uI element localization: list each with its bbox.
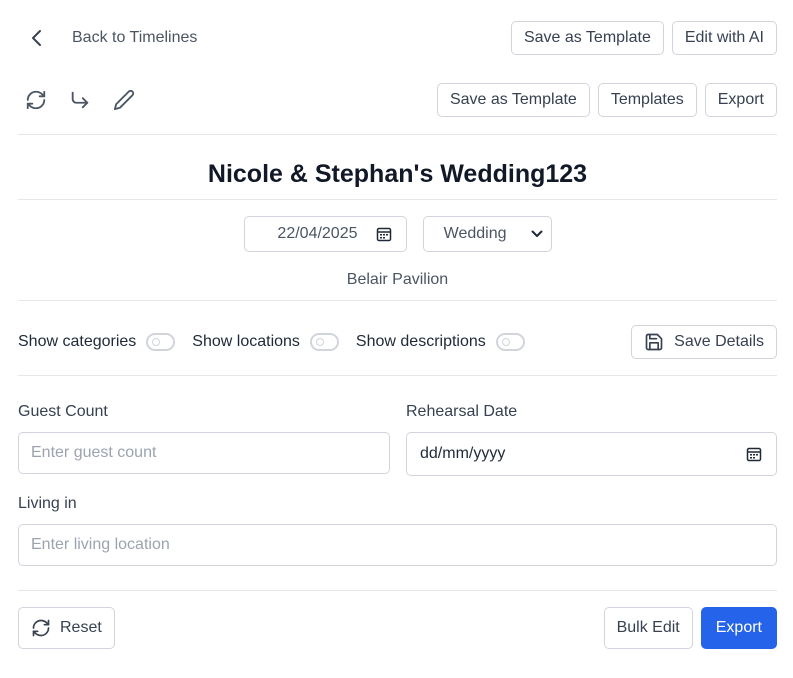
divider — [18, 375, 777, 376]
divider — [18, 134, 777, 135]
divider — [18, 590, 777, 591]
reset-button[interactable]: Reset — [18, 607, 115, 649]
living-in-label: Living in — [18, 495, 77, 512]
refresh-icon[interactable] — [22, 86, 50, 114]
event-type-value: Wedding — [443, 225, 507, 242]
pencil-icon[interactable] — [110, 86, 138, 114]
switch-knob — [315, 338, 324, 346]
rehearsal-date-label: Rehearsal Date — [406, 403, 518, 420]
switch-knob — [501, 338, 510, 346]
export-button-primary[interactable]: Export — [700, 607, 777, 649]
calendar-icon[interactable] — [746, 446, 762, 462]
divider — [18, 300, 777, 301]
chevron-left-icon — [30, 29, 44, 47]
save-details-label: Save Details — [674, 333, 764, 350]
rehearsal-date-value: dd/mm/yyyy — [420, 445, 506, 462]
page-title[interactable]: Nicole & Stephan's Wedding123 — [18, 160, 777, 189]
save-details-button[interactable]: Save Details — [631, 325, 777, 359]
living-in-input[interactable] — [18, 524, 777, 566]
reset-label: Reset — [60, 619, 102, 636]
divider — [18, 199, 777, 200]
event-date-value: 22/04/2025 — [277, 225, 358, 242]
display-toggles: Show categories Show locations Show desc… — [18, 325, 777, 359]
timeline-editor-page: Back to Timelines Save as Template Edit … — [0, 0, 793, 678]
top-bar: Back to Timelines Save as Template Edit … — [18, 21, 777, 55]
save-as-template-button[interactable]: Save as Template — [436, 83, 590, 117]
show-descriptions-toggle-group: Show descriptions — [356, 333, 525, 351]
back-to-timelines-link[interactable]: Back to Timelines — [18, 29, 197, 47]
show-locations-label: Show locations — [192, 333, 300, 350]
toolbar: Save as Template Templates Export — [18, 83, 777, 117]
rehearsal-date-input[interactable]: dd/mm/yyyy — [406, 432, 777, 476]
switch-knob — [152, 338, 161, 346]
show-categories-label: Show categories — [18, 333, 137, 350]
export-button[interactable]: Export — [704, 83, 777, 117]
show-descriptions-label: Show descriptions — [355, 333, 486, 350]
event-meta: 22/04/2025 Wedding — [18, 216, 777, 252]
show-descriptions-switch[interactable] — [495, 333, 525, 351]
event-date-field[interactable]: 22/04/2025 — [243, 216, 407, 252]
show-categories-switch[interactable] — [146, 333, 176, 351]
venue-label[interactable]: Belair Pavilion — [18, 271, 777, 289]
chevron-down-icon — [531, 230, 543, 238]
templates-button[interactable]: Templates — [597, 83, 697, 117]
guest-count-label: Guest Count — [18, 403, 108, 420]
back-label: Back to Timelines — [72, 29, 198, 46]
show-locations-switch[interactable] — [309, 333, 339, 351]
guest-count-input[interactable] — [18, 432, 390, 474]
event-type-select[interactable]: Wedding — [422, 216, 552, 252]
floppy-disk-icon — [644, 332, 664, 352]
bulk-edit-button[interactable]: Bulk Edit — [603, 607, 693, 649]
calendar-icon[interactable] — [376, 226, 392, 242]
redo-arrow-icon[interactable] — [66, 86, 94, 114]
show-categories-toggle-group: Show categories — [18, 333, 176, 351]
edit-with-ai-button[interactable]: Edit with AI — [671, 21, 777, 55]
show-locations-toggle-group: Show locations — [192, 333, 339, 351]
save-as-template-button[interactable]: Save as Template — [510, 21, 664, 55]
refresh-icon — [31, 618, 51, 638]
footer-actions: Reset Bulk Edit Export — [18, 607, 777, 649]
